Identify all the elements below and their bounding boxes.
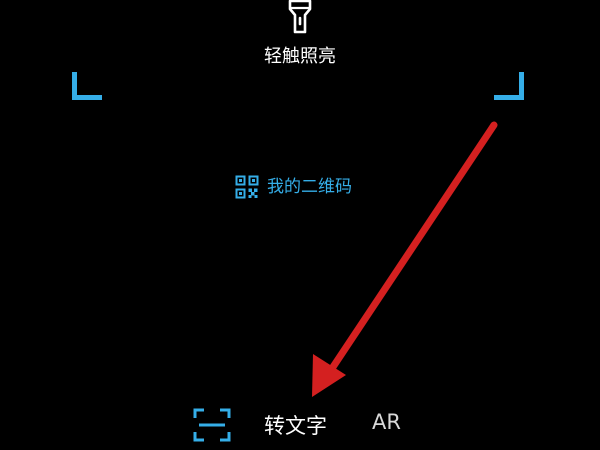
scanner-screen: 轻触照亮 我的二维码 转文字 AR	[0, 0, 600, 450]
flashlight-icon	[288, 0, 312, 34]
flashlight-toggle[interactable]: 轻触照亮	[250, 0, 350, 70]
scan-frame-corner-top-left	[72, 72, 102, 100]
tab-convert-text[interactable]: 转文字	[264, 410, 327, 440]
mode-tab-bar: 转文字 AR	[0, 398, 600, 450]
flashlight-label: 轻触照亮	[264, 46, 336, 67]
tab-ar[interactable]: AR	[372, 410, 401, 434]
my-qr-code-label: 我的二维码	[267, 177, 352, 197]
qr-code-icon	[235, 175, 259, 199]
scan-frame-corner-top-right	[494, 72, 524, 100]
scan-icon[interactable]	[193, 408, 231, 442]
